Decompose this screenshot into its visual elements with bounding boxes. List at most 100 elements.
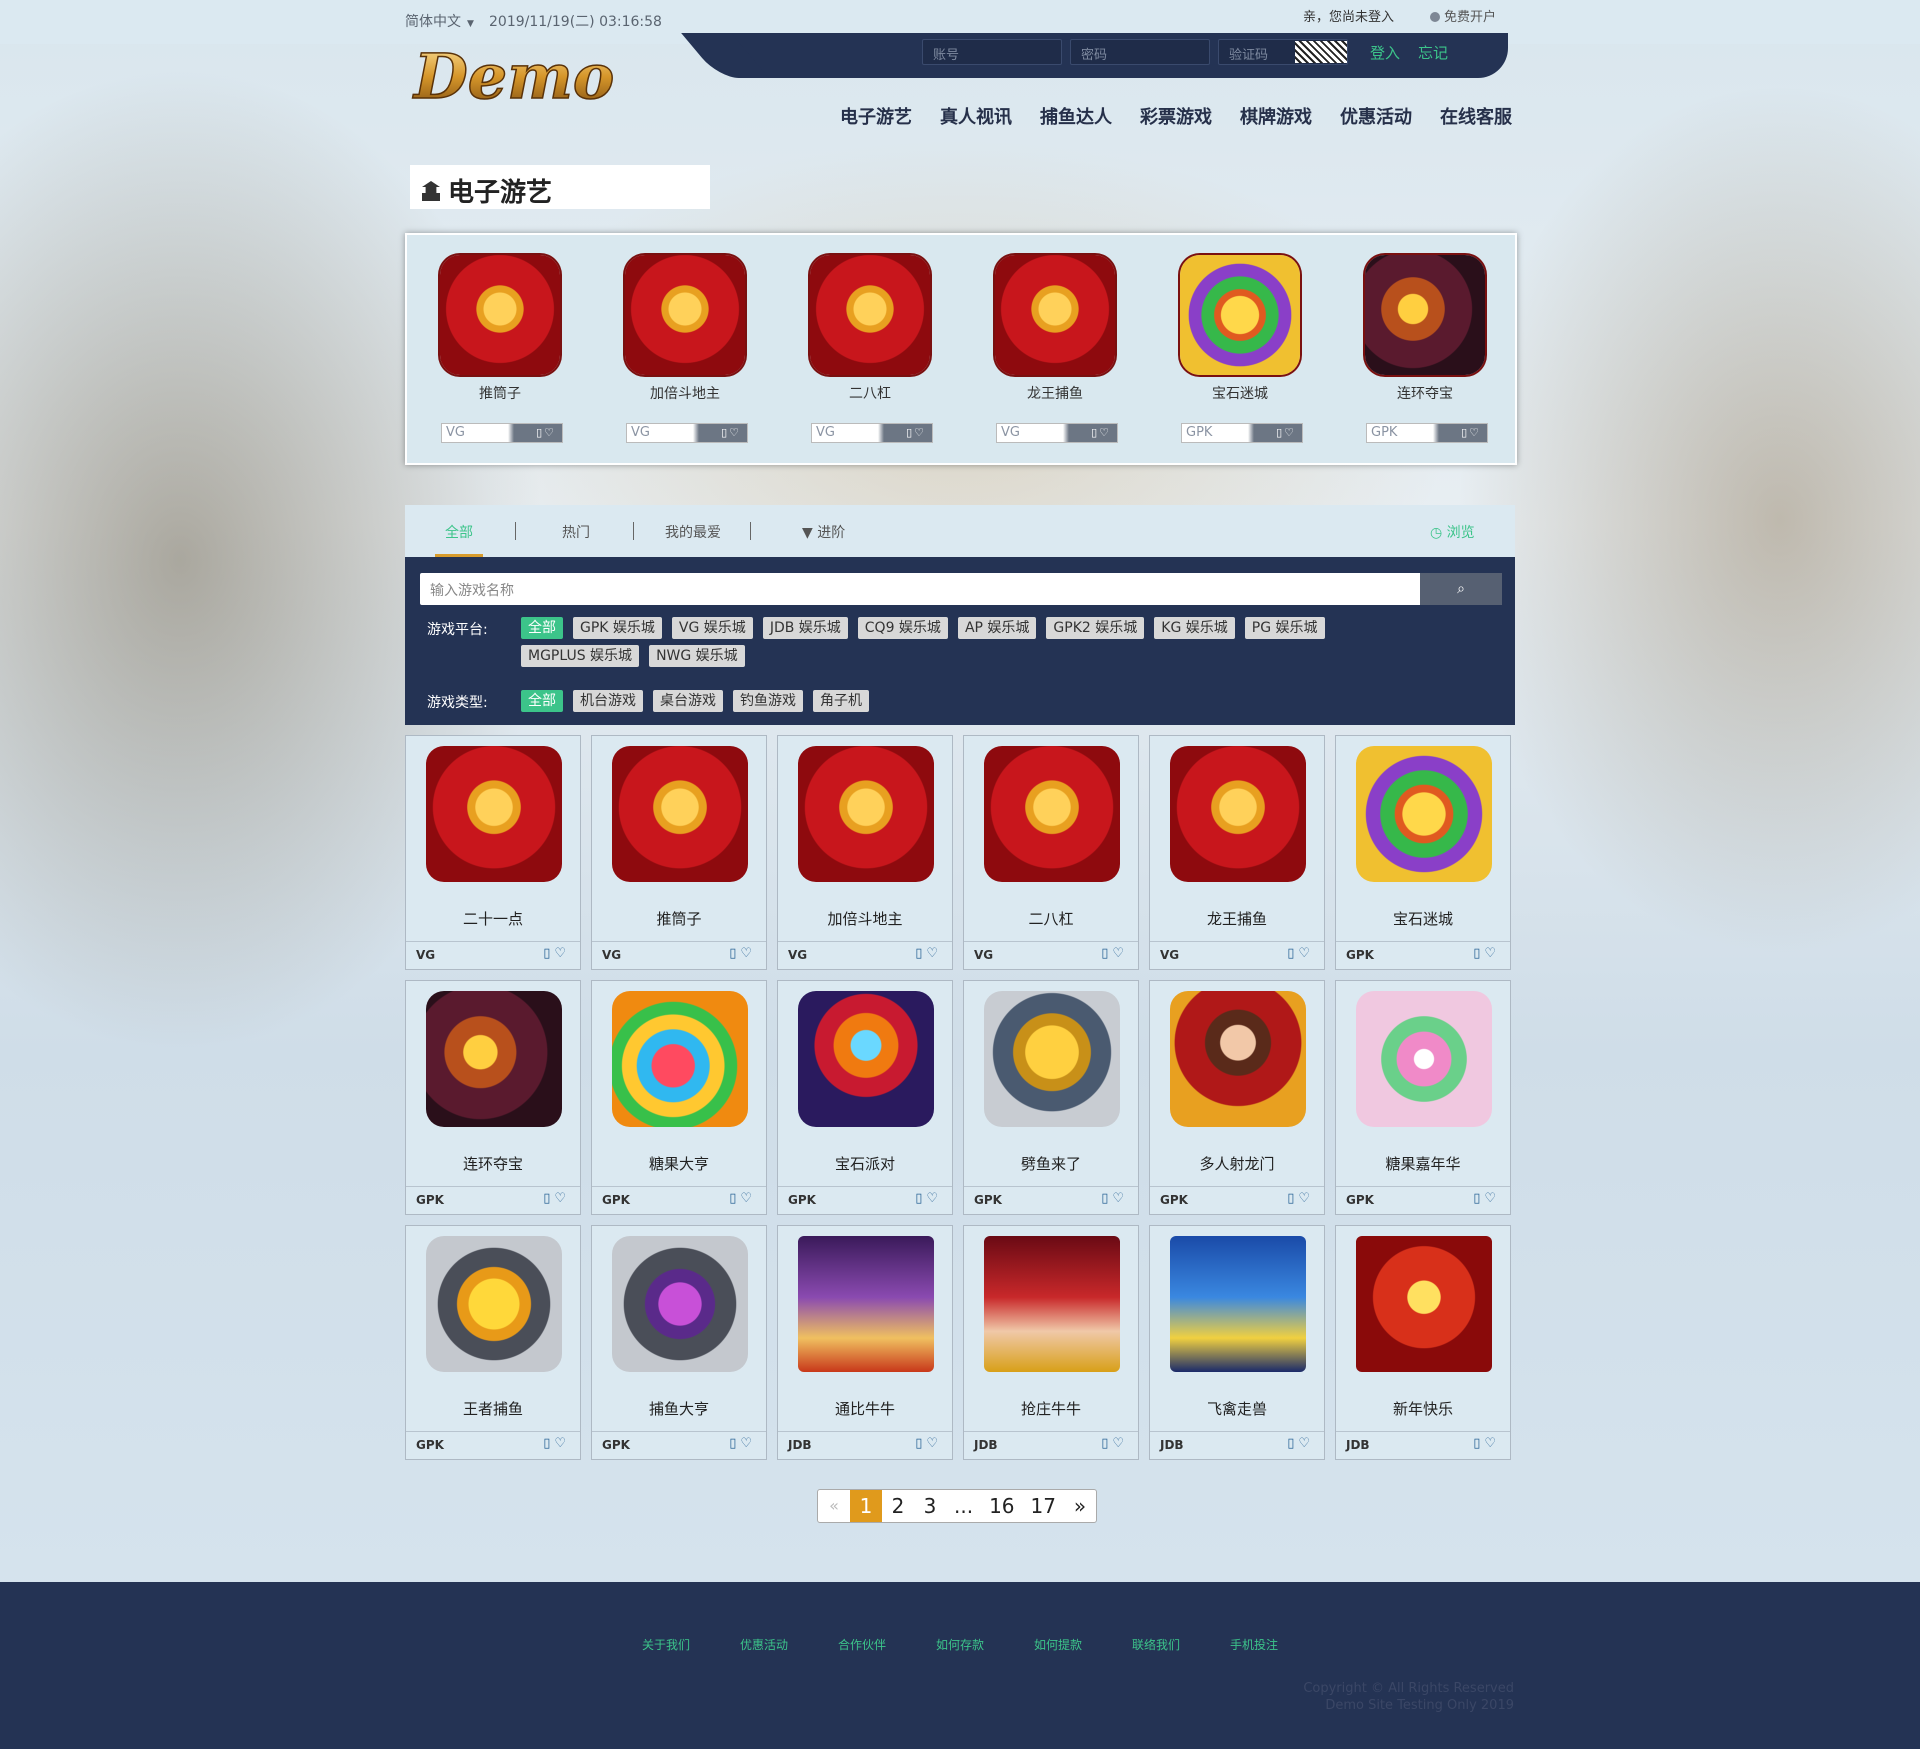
platform-chip[interactable]: NWG 娱乐城 xyxy=(649,645,745,667)
heart-icon[interactable]: ♡ xyxy=(1112,946,1128,961)
mobile-icon[interactable]: ▯ xyxy=(1101,1436,1112,1451)
language-select[interactable]: 简体中文 ▼ xyxy=(405,11,474,31)
mobile-icon[interactable]: ▯ xyxy=(1287,946,1298,961)
mobile-icon[interactable]: ▯ xyxy=(1473,1191,1484,1206)
heart-icon[interactable]: ♡ xyxy=(1298,1191,1314,1206)
heart-icon[interactable]: ♡ xyxy=(554,1191,570,1206)
game-card[interactable]: 通比牛牛 JDB ▯♡ xyxy=(777,1225,953,1460)
mobile-icon[interactable]: ▯ xyxy=(721,426,729,439)
mobile-icon[interactable]: ▯ xyxy=(915,1436,926,1451)
platform-chip[interactable]: MGPLUS 娱乐城 xyxy=(521,645,640,667)
heart-icon[interactable]: ♡ xyxy=(740,946,756,961)
footer-link[interactable]: 优惠活动 xyxy=(740,1636,838,1653)
game-card[interactable]: 宝石派对 GPK ▯♡ xyxy=(777,980,953,1215)
game-icon[interactable] xyxy=(1170,991,1306,1127)
game-icon[interactable] xyxy=(612,991,748,1127)
game-icon[interactable] xyxy=(1356,991,1492,1127)
account-input[interactable]: 账号 xyxy=(922,39,1062,65)
type-chip[interactable]: 全部 xyxy=(521,690,563,712)
featured-game-card[interactable]: 连环夺宝 GPK ▯♡ xyxy=(1362,255,1488,443)
game-card[interactable]: 多人射龙门 GPK ▯♡ xyxy=(1149,980,1325,1215)
mobile-icon[interactable]: ▯ xyxy=(543,1191,554,1206)
footer-link[interactable]: 联络我们 xyxy=(1132,1636,1230,1653)
mobile-icon[interactable]: ▯ xyxy=(729,1191,740,1206)
game-card[interactable]: 宝石迷城 GPK ▯♡ xyxy=(1335,735,1511,970)
heart-icon[interactable]: ♡ xyxy=(554,1436,570,1451)
nav-item-support[interactable]: 在线客服 xyxy=(1440,103,1512,129)
platform-chip[interactable]: VG 娱乐城 xyxy=(671,617,753,639)
game-icon[interactable] xyxy=(1170,746,1306,882)
game-card[interactable]: 糖果大亨 GPK ▯♡ xyxy=(591,980,767,1215)
game-card[interactable]: 捕鱼大亨 GPK ▯♡ xyxy=(591,1225,767,1460)
mobile-icon[interactable]: ▯ xyxy=(1287,1436,1298,1451)
heart-icon[interactable]: ♡ xyxy=(1099,426,1111,439)
game-icon[interactable] xyxy=(984,991,1120,1127)
featured-game-card[interactable]: 推筒子 VG ▯♡ xyxy=(437,255,563,443)
platform-chip[interactable]: GPK2 娱乐城 xyxy=(1046,617,1145,639)
heart-icon[interactable]: ♡ xyxy=(1298,1436,1314,1451)
mobile-icon[interactable]: ▯ xyxy=(729,1436,740,1451)
game-icon[interactable] xyxy=(1180,255,1300,375)
heart-icon[interactable]: ♡ xyxy=(926,946,942,961)
game-card[interactable]: 加倍斗地主 VG ▯♡ xyxy=(777,735,953,970)
heart-icon[interactable]: ♡ xyxy=(914,426,926,439)
nav-item-slots[interactable]: 电子游艺 xyxy=(840,103,912,129)
browse-toggle[interactable]: ◷ 浏览 xyxy=(1430,522,1475,542)
login-button[interactable]: 登入 xyxy=(1370,42,1400,63)
page-button[interactable]: 16 xyxy=(981,1490,1022,1522)
mobile-icon[interactable]: ▯ xyxy=(543,1436,554,1451)
mobile-icon[interactable]: ▯ xyxy=(1101,946,1112,961)
game-card[interactable]: 二八杠 VG ▯♡ xyxy=(963,735,1139,970)
game-card[interactable]: 推筒子 VG ▯♡ xyxy=(591,735,767,970)
page-button[interactable]: 17 xyxy=(1023,1490,1064,1522)
game-icon[interactable] xyxy=(1170,1236,1306,1372)
game-icon[interactable] xyxy=(984,1236,1120,1372)
game-icon[interactable] xyxy=(798,746,934,882)
platform-chip[interactable]: KG 娱乐城 xyxy=(1154,617,1235,639)
type-chip[interactable]: 机台游戏 xyxy=(573,690,643,712)
platform-chip[interactable]: PG 娱乐城 xyxy=(1244,617,1325,639)
search-button[interactable]: ⌕ xyxy=(1420,573,1502,605)
game-icon[interactable] xyxy=(426,991,562,1127)
mobile-icon[interactable]: ▯ xyxy=(729,946,740,961)
mobile-icon[interactable]: ▯ xyxy=(1461,426,1469,439)
platform-chip[interactable]: AP 娱乐城 xyxy=(957,617,1037,639)
game-card[interactable]: 王者捕鱼 GPK ▯♡ xyxy=(405,1225,581,1460)
password-input[interactable]: 密码 xyxy=(1070,39,1210,65)
site-logo[interactable]: Demo xyxy=(410,36,635,116)
platform-chip[interactable]: 全部 xyxy=(521,617,563,639)
game-card[interactable]: 连环夺宝 GPK ▯♡ xyxy=(405,980,581,1215)
type-chip[interactable]: 钓鱼游戏 xyxy=(733,690,803,712)
game-icon[interactable] xyxy=(1356,1236,1492,1372)
page-button[interactable]: 2 xyxy=(882,1490,914,1522)
game-card[interactable]: 劈鱼来了 GPK ▯♡ xyxy=(963,980,1139,1215)
page-button[interactable]: 3 xyxy=(914,1490,946,1522)
game-icon[interactable] xyxy=(426,746,562,882)
mobile-icon[interactable]: ▯ xyxy=(1287,1191,1298,1206)
tab-hot[interactable]: 热门 xyxy=(562,522,590,542)
type-chip[interactable]: 桌台游戏 xyxy=(653,690,723,712)
heart-icon[interactable]: ♡ xyxy=(1469,426,1481,439)
heart-icon[interactable]: ♡ xyxy=(729,426,741,439)
heart-icon[interactable]: ♡ xyxy=(926,1436,942,1451)
tab-favorite[interactable]: 我的最爱 xyxy=(665,522,721,542)
mobile-icon[interactable]: ▯ xyxy=(536,426,544,439)
platform-chip[interactable]: JDB 娱乐城 xyxy=(762,617,848,639)
footer-link[interactable]: 关于我们 xyxy=(642,1636,740,1653)
search-input[interactable]: 输入游戏名称 xyxy=(420,573,1420,605)
heart-icon[interactable]: ♡ xyxy=(554,946,570,961)
heart-icon[interactable]: ♡ xyxy=(1112,1436,1128,1451)
footer-link[interactable]: 合作伙伴 xyxy=(838,1636,936,1653)
mobile-icon[interactable]: ▯ xyxy=(915,946,926,961)
featured-game-card[interactable]: 加倍斗地主 VG ▯♡ xyxy=(622,255,748,443)
mobile-icon[interactable]: ▯ xyxy=(1091,426,1099,439)
nav-item-lottery[interactable]: 彩票游戏 xyxy=(1140,103,1212,129)
game-icon[interactable] xyxy=(625,255,745,375)
game-icon[interactable] xyxy=(798,991,934,1127)
heart-icon[interactable]: ♡ xyxy=(1298,946,1314,961)
game-icon[interactable] xyxy=(612,746,748,882)
page-button[interactable]: 1 xyxy=(850,1490,882,1522)
mobile-icon[interactable]: ▯ xyxy=(915,1191,926,1206)
game-icon[interactable] xyxy=(1356,746,1492,882)
platform-chip[interactable]: CQ9 娱乐城 xyxy=(857,617,948,639)
